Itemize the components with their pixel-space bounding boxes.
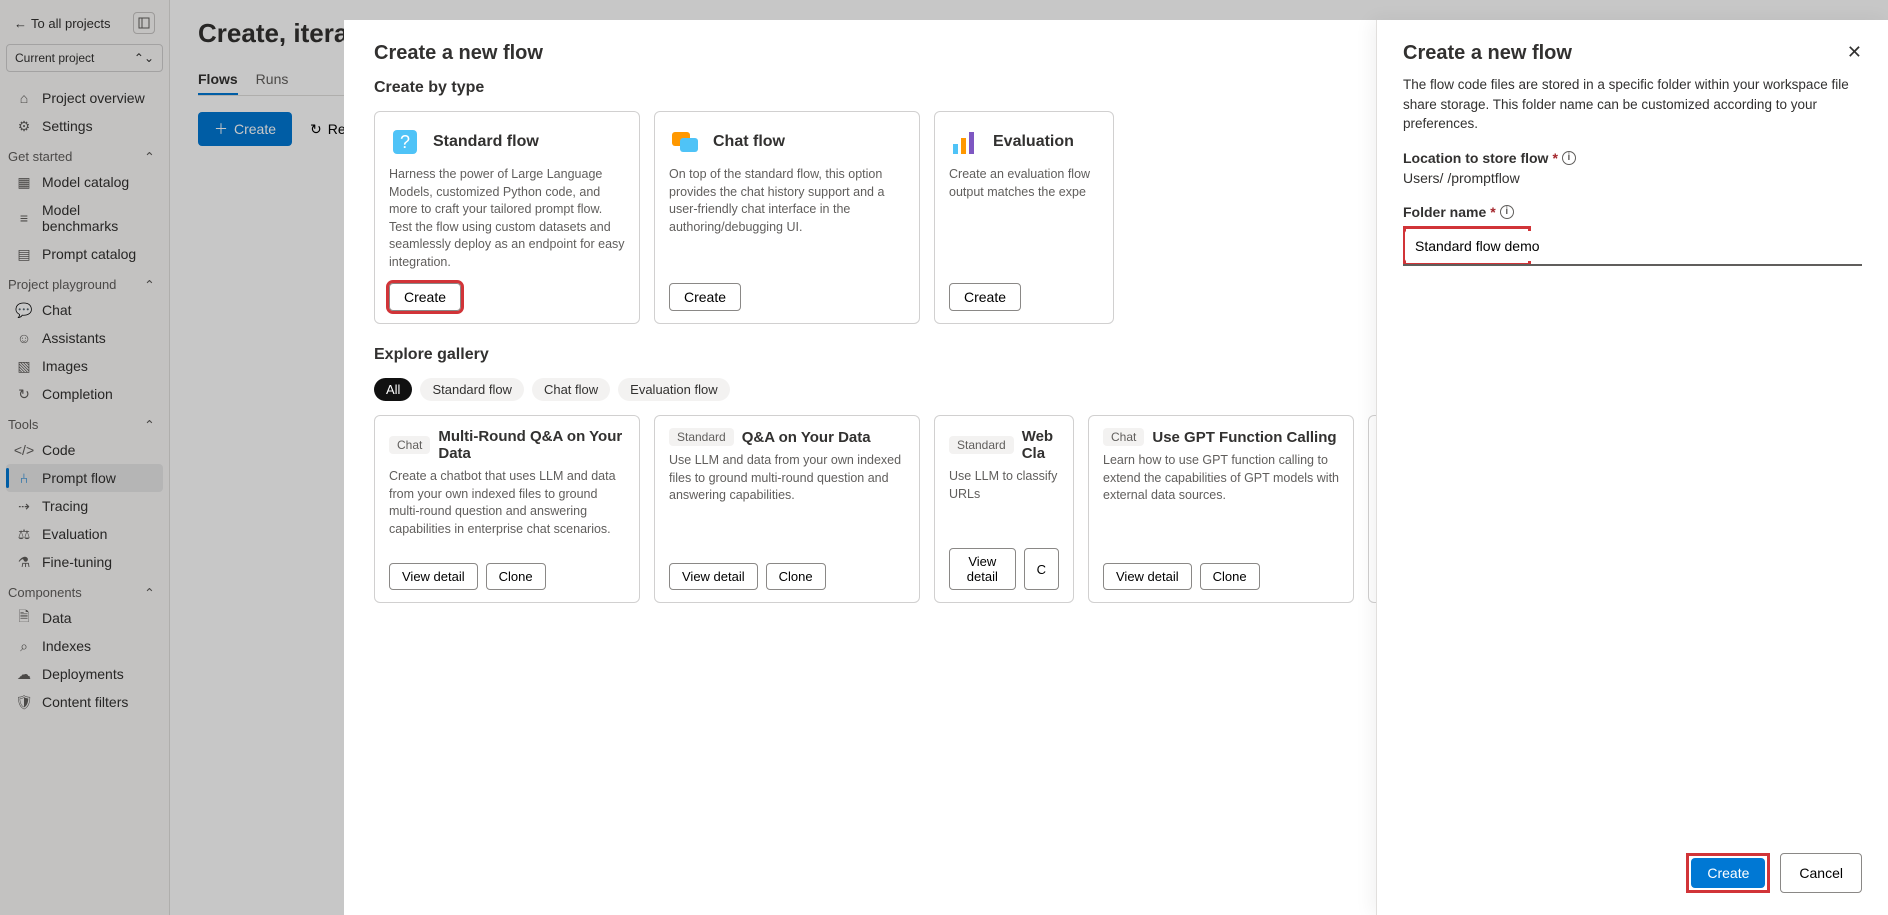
label-text: Location to store flow	[1403, 150, 1548, 166]
clone-button[interactable]: Clone	[766, 563, 826, 590]
folder-label: Folder name * i	[1403, 204, 1862, 220]
type-card-standard: ? Standard flow Harness the power of Lar…	[374, 111, 640, 324]
view-detail-button[interactable]: View detail	[389, 563, 478, 590]
clone-button[interactable]: Clone	[1200, 563, 1260, 590]
standard-flow-icon: ?	[389, 126, 421, 158]
info-icon[interactable]: i	[1562, 151, 1576, 165]
panel-title: Create a new flow	[1403, 42, 1572, 65]
view-detail-button[interactable]: View detail	[669, 563, 758, 590]
filter-standard[interactable]: Standard flow	[420, 378, 524, 401]
view-detail-button[interactable]: View detail	[949, 548, 1016, 590]
flow-config-panel: Create a new flow ✕ The flow code files …	[1376, 20, 1888, 915]
type-card-title: Evaluation	[993, 133, 1074, 151]
gallery-card: Chat Use GPT Function Calling Learn how t…	[1088, 415, 1354, 603]
filter-chat[interactable]: Chat flow	[532, 378, 610, 401]
chat-flow-icon	[669, 126, 701, 158]
gallery-badge: Chat	[389, 436, 430, 454]
gallery-card: Chat Multi-Round Q&A on Your Data Create …	[374, 415, 640, 603]
gallery-desc: Create a chatbot that uses LLM and data …	[389, 468, 625, 553]
type-card-title: Chat flow	[713, 133, 785, 151]
gallery-desc: Learn how to use GPT function calling to…	[1103, 452, 1339, 553]
filter-evaluation[interactable]: Evaluation flow	[618, 378, 729, 401]
panel-desc: The flow code files are stored in a spec…	[1403, 75, 1862, 134]
gallery-badge: Chat	[1103, 428, 1144, 446]
clone-button[interactable]: Clone	[486, 563, 546, 590]
panel-cancel-button[interactable]: Cancel	[1780, 853, 1862, 893]
type-card-chat: Chat flow On top of the standard flow, t…	[654, 111, 920, 324]
type-card-desc: Harness the power of Large Language Mode…	[389, 166, 625, 271]
location-label: Location to store flow * i	[1403, 150, 1862, 166]
gallery-title: Use GPT Function Calling	[1152, 429, 1336, 446]
gallery-title: Multi-Round Q&A on Your Data	[438, 428, 625, 462]
required-marker: *	[1552, 150, 1557, 166]
view-detail-button[interactable]: View detail	[1103, 563, 1192, 590]
svg-text:?: ?	[400, 132, 410, 152]
evaluation-flow-icon	[949, 126, 981, 158]
create-chat-button[interactable]: Create	[669, 283, 741, 311]
gallery-title: Q&A on Your Data	[742, 429, 871, 446]
info-icon[interactable]: i	[1500, 205, 1514, 219]
panel-create-button[interactable]: Create	[1691, 858, 1765, 888]
folder-name-input[interactable]	[1405, 231, 1865, 261]
required-marker: *	[1490, 204, 1495, 220]
type-card-desc: Create an evaluation flow output matches…	[949, 166, 1099, 271]
gallery-desc: Use LLM to classify URLs	[949, 468, 1059, 538]
gallery-title: Web Cla	[1022, 428, 1059, 462]
close-icon[interactable]: ✕	[1847, 42, 1862, 63]
clone-button[interactable]: C	[1024, 548, 1059, 590]
create-evaluation-button[interactable]: Create	[949, 283, 1021, 311]
create-standard-button[interactable]: Create	[389, 283, 461, 311]
label-text: Folder name	[1403, 204, 1486, 220]
type-card-evaluation: Evaluation Create an evaluation flow out…	[934, 111, 1114, 324]
filter-all[interactable]: All	[374, 378, 412, 401]
type-card-desc: On top of the standard flow, this option…	[669, 166, 905, 271]
gallery-card: Standard Web Cla Use LLM to classify URLs…	[934, 415, 1074, 603]
gallery-card: Standard Q&A on Your Data Use LLM and dat…	[654, 415, 920, 603]
location-value: Users/ /promptflow	[1403, 170, 1862, 186]
type-card-title: Standard flow	[433, 133, 539, 151]
gallery-desc: Use LLM and data from your own indexed f…	[669, 452, 905, 553]
gallery-badge: Standard	[669, 428, 734, 446]
gallery-badge: Standard	[949, 436, 1014, 454]
